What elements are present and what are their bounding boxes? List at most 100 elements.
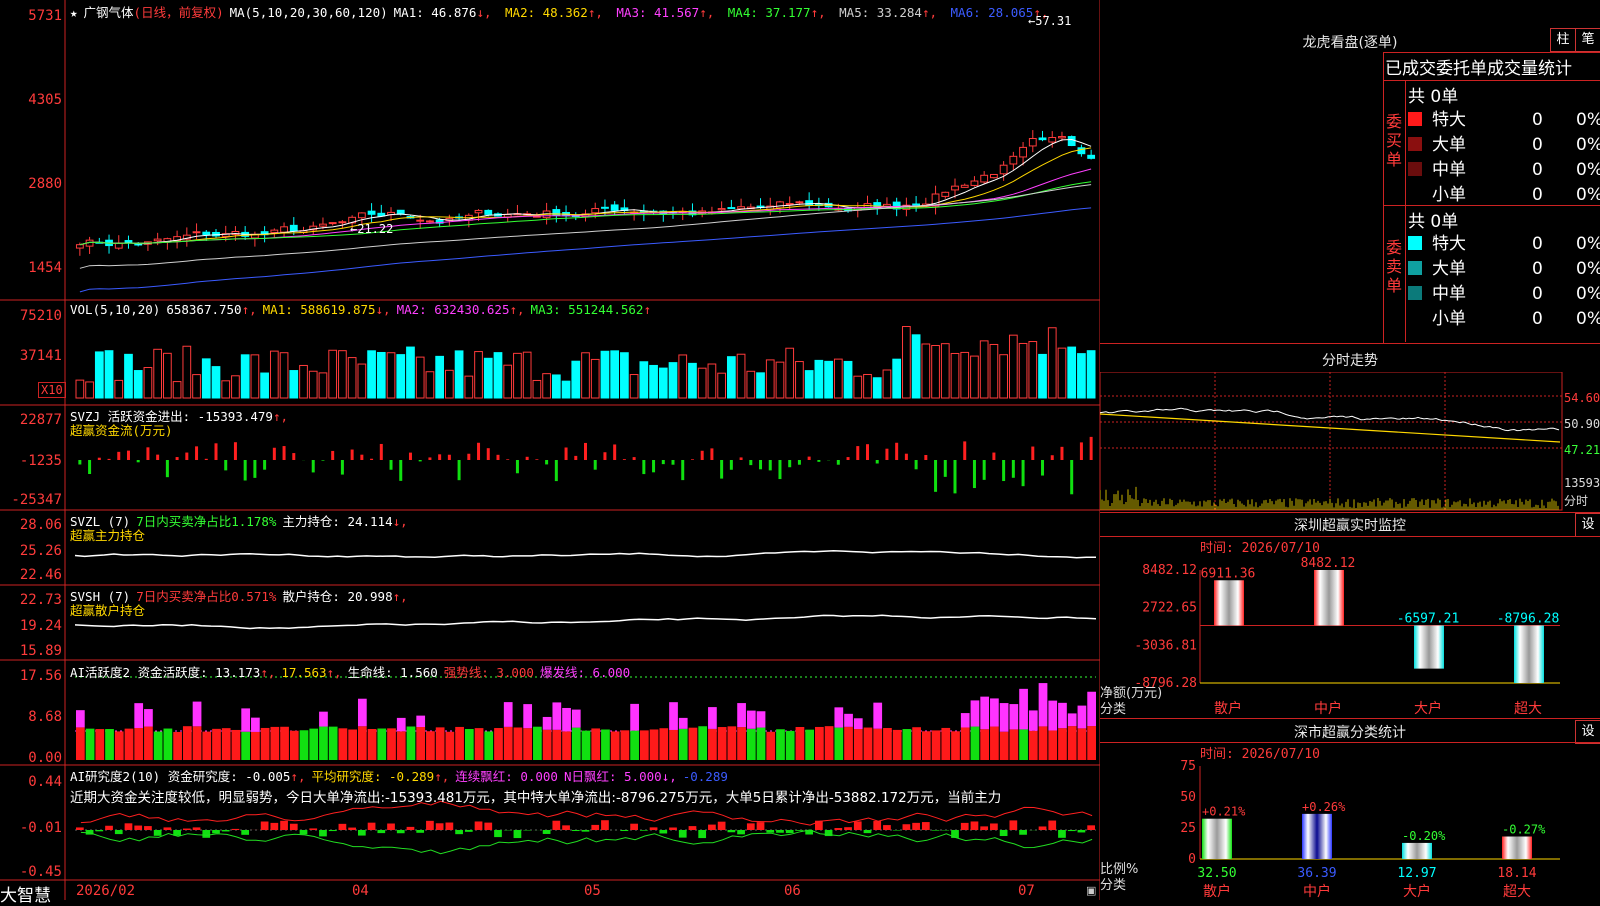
activity-burst-bar: [737, 703, 746, 727]
activity-burst-bar: [562, 708, 571, 731]
ma-value: MA5: 33.284: [839, 5, 922, 20]
research-bar: [854, 821, 862, 830]
order-percent: 0%: [1576, 234, 1600, 254]
research-bar: [591, 825, 599, 830]
activity-burst-bar: [630, 704, 639, 731]
research-bar: [971, 821, 979, 830]
sz-realtime-settings-button[interactable]: 设: [1575, 513, 1600, 537]
volume-bar: [261, 373, 269, 398]
research-bar: [154, 830, 162, 836]
research-bar: [348, 828, 356, 830]
volume-bar: [932, 345, 940, 398]
rt-bar-label: -8796.28: [1497, 611, 1560, 626]
candle-body: [1010, 156, 1017, 164]
activity-bar: [650, 729, 659, 760]
volume-bar: [718, 373, 726, 398]
research-bar: [377, 830, 385, 833]
activity-burst-bar: [76, 710, 85, 727]
cls-axis-tick: 25: [1180, 821, 1196, 836]
legend-swatch: [1408, 286, 1422, 300]
bar-mode-button[interactable]: 柱: [1550, 28, 1576, 52]
activity-bar: [397, 731, 406, 760]
sz-realtime-chart[interactable]: 8482.122722.65-3036.81-8796.286911.36散户8…: [1100, 550, 1600, 720]
candle-body: [718, 209, 725, 210]
volume-bar: [504, 365, 512, 398]
activity-bar: [922, 731, 931, 760]
tick-mode-button[interactable]: 笔: [1575, 28, 1600, 52]
sell-orders-label: 委卖单: [1386, 238, 1402, 295]
star-icon[interactable]: ★: [70, 5, 78, 20]
activity-burst-bar: [504, 702, 513, 727]
volume-bar: [562, 381, 570, 398]
activity-burst-bar: [873, 703, 882, 729]
research-bar: [125, 823, 133, 830]
intraday-chart[interactable]: [1100, 372, 1600, 512]
order-count: 0: [1532, 185, 1562, 205]
research-bar: [1058, 830, 1066, 838]
svzj-axis-label: -25347: [0, 492, 62, 508]
research-bar: [1048, 821, 1056, 830]
research-bar: [144, 826, 152, 830]
activity-bar: [893, 730, 902, 760]
chart-mode[interactable]: (日线，前复权): [134, 5, 224, 20]
volume-bar: [1029, 342, 1037, 398]
svzj-subtitle: 超赢资金流(万元): [70, 420, 173, 439]
legend-swatch: [1408, 236, 1422, 250]
research-bar: [766, 830, 774, 833]
volume-bar: [990, 344, 998, 398]
cls-bar-change: +0.21%: [1202, 805, 1246, 819]
ma-arrow: ↑,: [588, 5, 611, 20]
activity-bar: [834, 728, 843, 760]
main-chart-canvas[interactable]: [0, 0, 1100, 900]
volume-bar: [377, 352, 385, 398]
order-count: 0: [1532, 135, 1562, 155]
order-size-label: 中单: [1432, 155, 1532, 180]
candle-body: [320, 224, 327, 226]
volume-bar: [980, 341, 988, 398]
activity-bar: [1009, 729, 1018, 760]
candle-body: [329, 223, 336, 224]
volume-bar: [280, 353, 288, 398]
order-percent: 0%: [1576, 110, 1600, 130]
candle-body: [796, 202, 803, 203]
sz-class-settings-button[interactable]: 设: [1575, 720, 1600, 744]
activity-bar: [280, 727, 289, 760]
activity-bar: [980, 729, 989, 760]
lock-icon[interactable]: ▣: [1086, 884, 1096, 897]
stock-name: 广钢气体: [84, 5, 134, 20]
activity-burst-bar: [961, 713, 970, 727]
research-bar: [786, 830, 794, 833]
activity-bar: [1000, 732, 1009, 760]
activity-burst-bar: [193, 702, 202, 727]
activity-bar: [689, 728, 698, 760]
ma-line: [80, 140, 1091, 245]
ma-values: MA1: 46.876↓, MA2: 48.362↑, MA3: 41.567↑…: [394, 5, 1055, 20]
volume-bar: [834, 359, 842, 398]
research-bar: [659, 830, 667, 833]
legend-swatch: [1408, 137, 1422, 151]
cls-bar: [1402, 843, 1432, 859]
candle-body: [1020, 147, 1027, 157]
activity-bar: [154, 732, 163, 760]
order-size-label: 大单: [1432, 254, 1532, 279]
activity-bar: [543, 730, 552, 760]
order-percent: 0%: [1576, 309, 1600, 329]
research-bar: [572, 830, 580, 831]
volume-bar: [397, 355, 405, 398]
order-size-label: 大单: [1432, 130, 1532, 155]
activity-bar: [757, 728, 766, 760]
sz-class-title: 深市超赢分类统计: [1100, 722, 1600, 742]
activity-burst-bar: [757, 711, 766, 727]
volume-bar: [1087, 351, 1095, 398]
rt-axis-tick: -3036.81: [1134, 638, 1197, 653]
volume-bar: [903, 327, 911, 398]
volume-bar: [873, 378, 881, 398]
activity-burst-bar: [241, 708, 250, 731]
candle-body: [368, 211, 375, 214]
legend-swatch: [1408, 112, 1422, 126]
ma-value: MA4: 37.177: [728, 5, 811, 20]
research-bar: [319, 830, 327, 836]
ma-arrow: ↑,: [922, 5, 945, 20]
legend-swatch: [1408, 162, 1422, 176]
sz-class-chart[interactable]: 7550250+0.21%32.50散户+0.26%36.39中户-0.20%1…: [1100, 756, 1600, 900]
